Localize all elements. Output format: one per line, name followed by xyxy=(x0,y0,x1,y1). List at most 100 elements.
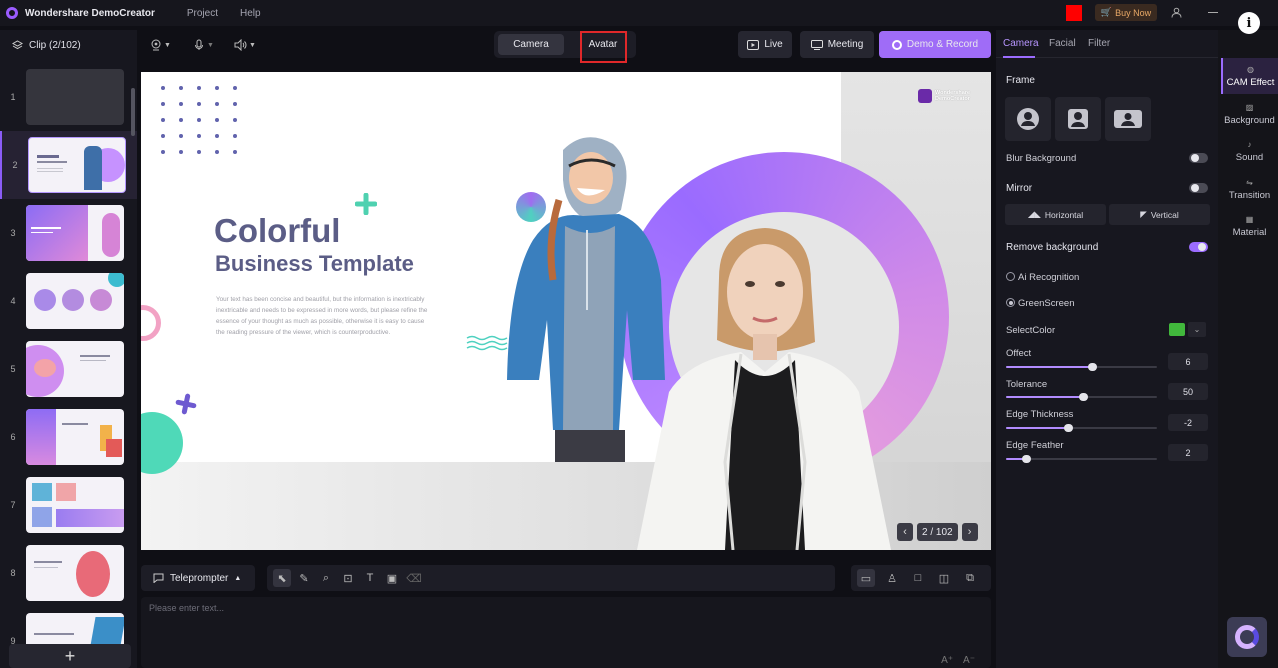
layout-side-by-side-icon[interactable]: ◫ xyxy=(935,569,953,587)
layout-cam-only-icon[interactable]: ♙ xyxy=(883,569,901,587)
clip-item-6[interactable]: 6 xyxy=(0,403,137,471)
font-decrease-icon[interactable]: A⁻ xyxy=(963,655,975,666)
prev-slide-button[interactable]: ‹ xyxy=(897,523,913,541)
pink-ring-decoration xyxy=(141,305,161,341)
live-button[interactable]: Live xyxy=(738,31,792,58)
live-icon xyxy=(747,39,760,50)
side-item-label: Background xyxy=(1224,114,1275,126)
clip-item-2[interactable]: 2 xyxy=(0,131,137,199)
next-slide-button[interactable]: › xyxy=(961,523,978,541)
clip-item-4[interactable]: 4 xyxy=(0,267,137,335)
buy-now-button[interactable]: 🛒 Buy Now xyxy=(1095,4,1157,21)
mirror-horizontal-button[interactable]: ◢◣ Horizontal xyxy=(1005,204,1106,225)
add-clip-button[interactable]: + xyxy=(9,644,131,668)
layout-screen-only-icon[interactable]: □ xyxy=(909,569,927,587)
greenscreen-radio[interactable] xyxy=(1006,298,1015,307)
minimize-icon[interactable] xyxy=(1208,12,1218,13)
slider-knob[interactable] xyxy=(1088,363,1098,371)
info-icon[interactable]: i xyxy=(1238,12,1260,34)
layout-overlay-icon[interactable]: ⧉ xyxy=(961,569,979,587)
microphone-selector[interactable]: ▼ xyxy=(193,36,214,54)
user-icon[interactable] xyxy=(1168,4,1184,20)
cart-icon: 🛒 xyxy=(1100,7,1113,17)
clip-thumbnail xyxy=(26,477,124,533)
frame-wide-option[interactable] xyxy=(1105,97,1151,141)
preview-canvas[interactable]: Colorful Business Template Your text has… xyxy=(141,72,991,550)
blur-background-toggle[interactable] xyxy=(1189,153,1208,163)
frame-square-option[interactable] xyxy=(1055,97,1101,141)
buy-now-label: Buy Now xyxy=(1115,7,1152,18)
demo-record-button[interactable]: Demo & Record xyxy=(879,31,991,58)
slider-knob[interactable] xyxy=(1021,455,1031,463)
sticker-tool-icon[interactable]: ▣ xyxy=(383,569,401,587)
teleprompter-text-area[interactable]: Please enter text... A⁺ A⁻ xyxy=(141,597,991,668)
tab-facial[interactable]: Facial xyxy=(1049,38,1076,49)
active-tab-underline xyxy=(1003,56,1035,58)
pointer-tool-icon[interactable]: ⬉ xyxy=(273,569,291,587)
text-tool-icon[interactable]: T xyxy=(361,569,379,587)
frame-circle-option[interactable] xyxy=(1005,97,1051,141)
font-increase-icon[interactable]: A⁺ xyxy=(941,655,953,666)
tolerance-value[interactable]: 50 xyxy=(1168,383,1208,400)
title-bar: Wondershare DemoCreator Project Help xyxy=(0,0,1278,26)
clip-item-8[interactable]: 8 xyxy=(0,539,137,607)
edge-thickness-label: Edge Thickness xyxy=(1006,409,1074,420)
slider-knob[interactable] xyxy=(1063,424,1073,432)
clip-scrollbar[interactable] xyxy=(131,88,135,136)
clip-number: 6 xyxy=(10,432,16,442)
layout-screen-cam-icon[interactable]: ▭ xyxy=(857,569,875,587)
democreator-brand-icon[interactable] xyxy=(1227,617,1267,657)
avatar-presenter-image xyxy=(637,228,891,550)
slide-pager: ‹ 2 / 102 › xyxy=(897,523,978,541)
mirror-vertical-button[interactable]: ◤ Vertical xyxy=(1109,204,1210,225)
edge-thickness-value[interactable]: -2 xyxy=(1168,414,1208,431)
edge-feather-value[interactable]: 2 xyxy=(1168,444,1208,461)
record-indicator[interactable] xyxy=(1066,5,1082,21)
chevron-down-icon[interactable]: ⌄ xyxy=(1188,322,1206,337)
slide-brand-logo: Wondershare DemoCreator xyxy=(918,89,970,103)
menu-project[interactable]: Project xyxy=(187,8,218,19)
speaker-selector[interactable]: ▼ xyxy=(234,36,256,54)
meeting-button[interactable]: Meeting xyxy=(800,31,874,58)
clip-thumbnail xyxy=(26,205,124,261)
clear-tool-icon[interactable]: ⌫ xyxy=(405,569,423,587)
app-name: Wondershare DemoCreator xyxy=(25,7,155,19)
record-circle-icon xyxy=(891,39,902,50)
zoom-tool-icon[interactable]: ⌕ xyxy=(317,569,335,587)
clip-item-7[interactable]: 7 xyxy=(0,471,137,539)
clip-item-3[interactable]: 3 xyxy=(0,199,137,267)
edge-thickness-slider[interactable] xyxy=(1006,424,1157,432)
annotation-tools: ⬉ ✎ ⌕ ⊡ T ▣ ⌫ xyxy=(267,565,835,591)
caret-up-icon: ▲ xyxy=(234,574,242,582)
teal-plus-icon xyxy=(355,193,377,215)
chevron-down-icon: ▼ xyxy=(249,41,256,49)
side-item-sound[interactable]: ♪ Sound xyxy=(1221,133,1278,169)
tolerance-slider[interactable] xyxy=(1006,393,1157,401)
offect-value[interactable]: 6 xyxy=(1168,353,1208,370)
select-color-label: SelectColor xyxy=(1006,325,1056,336)
clip-item-5[interactable]: 5 xyxy=(0,335,137,403)
tab-camera-props[interactable]: Camera xyxy=(1003,38,1039,49)
color-swatch[interactable] xyxy=(1169,323,1185,336)
teleprompter-button[interactable]: Teleprompter ▲ xyxy=(141,565,255,591)
tab-filter[interactable]: Filter xyxy=(1088,38,1110,49)
clip-number: 8 xyxy=(10,568,16,578)
effects-side-nav: ◍ CAM Effect ▨ Background ♪ Sound ⇋ Tran… xyxy=(1218,30,1278,668)
side-item-transition[interactable]: ⇋ Transition xyxy=(1221,171,1278,207)
side-item-cam-effect[interactable]: ◍ CAM Effect xyxy=(1221,58,1278,94)
tab-camera[interactable]: Camera xyxy=(498,34,564,55)
slider-knob[interactable] xyxy=(1079,393,1088,401)
side-item-background[interactable]: ▨ Background xyxy=(1221,96,1278,132)
mirror-toggle[interactable] xyxy=(1189,183,1208,193)
ai-recognition-radio[interactable] xyxy=(1006,272,1015,281)
edge-feather-slider[interactable] xyxy=(1006,455,1157,463)
webcam-selector[interactable]: ▼ xyxy=(150,36,171,54)
menu-help[interactable]: Help xyxy=(240,8,261,19)
spotlight-tool-icon[interactable]: ⊡ xyxy=(339,569,357,587)
offect-slider[interactable] xyxy=(1006,363,1157,371)
remove-background-toggle[interactable] xyxy=(1189,242,1208,252)
pen-tool-icon[interactable]: ✎ xyxy=(295,569,313,587)
side-item-material[interactable]: ▦ Material xyxy=(1221,208,1278,244)
clip-item-1[interactable]: 1 xyxy=(0,63,137,131)
purple-plus-icon xyxy=(175,393,197,415)
